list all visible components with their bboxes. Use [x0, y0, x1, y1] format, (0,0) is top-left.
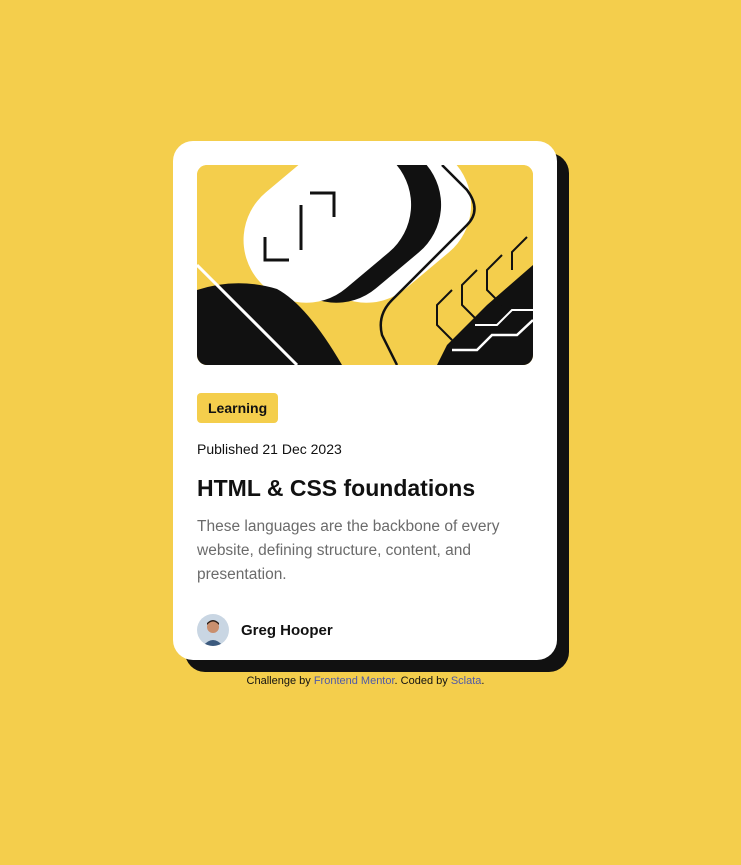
blog-preview-card: Learning Published 21 Dec 2023 HTML & CS… — [173, 141, 557, 660]
hero-illustration — [197, 165, 533, 365]
card-description: These languages are the backbone of ever… — [197, 518, 500, 583]
coder-link[interactable]: Sclata — [451, 675, 482, 687]
author-name: Greg Hooper — [241, 621, 333, 639]
publish-date: Published 21 Dec 2023 — [197, 441, 342, 457]
attribution: Challenge by Frontend Mentor. Coded by S… — [246, 675, 485, 687]
frontend-mentor-link[interactable]: Frontend Mentor — [314, 675, 395, 687]
avatar — [197, 614, 229, 646]
card-title[interactable]: HTML & CSS foundations — [197, 474, 533, 502]
author: Greg Hooper — [197, 614, 533, 646]
category-badge: Learning — [197, 393, 279, 423]
